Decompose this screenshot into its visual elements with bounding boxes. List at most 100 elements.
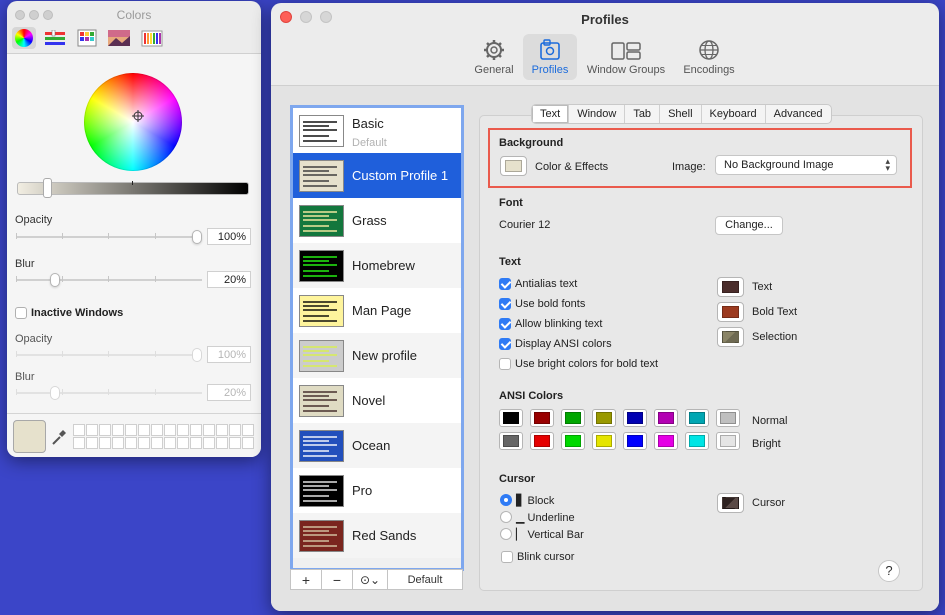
ansi-bright-swatch[interactable] — [623, 432, 647, 450]
ansi-bright-swatch[interactable] — [530, 432, 554, 450]
color-wheel[interactable] — [84, 73, 182, 171]
swatch-slot[interactable] — [125, 424, 137, 436]
swatch-slot[interactable] — [138, 424, 150, 436]
bold-fonts-checkbox[interactable] — [499, 298, 511, 310]
profile-list-item[interactable]: Homebrew — [293, 243, 461, 288]
swatch-slot[interactable] — [203, 424, 215, 436]
cursor-underline-radio[interactable] — [500, 511, 512, 523]
help-button[interactable]: ? — [878, 560, 900, 582]
inactive-blur-knob[interactable] — [50, 386, 60, 400]
toolbar-general[interactable]: General — [469, 34, 519, 80]
selection-color-well[interactable] — [717, 327, 744, 347]
ansi-normal-swatch[interactable] — [623, 409, 647, 427]
swatch-slot[interactable] — [86, 424, 98, 436]
profile-list-item[interactable]: Man Page — [293, 288, 461, 333]
color-wheel-icon[interactable] — [12, 27, 36, 49]
swatch-slot[interactable] — [112, 424, 124, 436]
swatch-slot[interactable] — [125, 437, 137, 449]
ansi-normal-swatch[interactable] — [592, 409, 616, 427]
eyedropper-icon[interactable] — [51, 428, 67, 446]
ansi-colors-checkbox[interactable] — [499, 338, 511, 350]
profile-list-item[interactable]: Ocean — [293, 423, 461, 468]
current-color-well[interactable] — [13, 420, 46, 453]
swatch-slot[interactable] — [138, 437, 150, 449]
ansi-normal-swatch[interactable] — [561, 409, 585, 427]
blur-value-field[interactable]: 20% — [207, 271, 251, 288]
swatch-slot[interactable] — [112, 437, 124, 449]
inactive-opacity-track[interactable] — [16, 354, 202, 356]
blur-track[interactable] — [16, 279, 202, 281]
swatch-slot[interactable] — [73, 424, 85, 436]
ansi-normal-swatch[interactable] — [716, 409, 740, 427]
toolbar-encodings[interactable]: Encodings — [675, 34, 743, 80]
ansi-bright-swatch[interactable] — [654, 432, 678, 450]
profile-list[interactable]: Basic Default Custom Profile 1 Grass Homebre… — [290, 105, 464, 571]
profile-list-item[interactable]: Grass — [293, 198, 461, 243]
cursor-color-well[interactable] — [717, 493, 744, 513]
swatch-slot[interactable] — [190, 437, 202, 449]
bold-text-color-well[interactable] — [717, 302, 744, 322]
swatch-slot[interactable] — [151, 437, 163, 449]
inactive-blur-track[interactable] — [16, 392, 202, 394]
tab-tab[interactable]: Tab — [625, 105, 661, 123]
inactive-opacity-knob[interactable] — [192, 348, 202, 362]
color-sliders-icon[interactable] — [43, 27, 67, 49]
blink-cursor-checkbox[interactable] — [501, 551, 513, 563]
swatch-slot[interactable] — [229, 437, 241, 449]
opacity-knob[interactable] — [192, 230, 202, 244]
swatch-slot[interactable] — [190, 424, 202, 436]
swatch-slot[interactable] — [242, 437, 254, 449]
profile-list-item[interactable]: Pro — [293, 468, 461, 513]
ansi-bright-swatch[interactable] — [685, 432, 709, 450]
brightness-knob[interactable] — [43, 178, 52, 198]
color-palettes-icon[interactable] — [75, 27, 99, 49]
profile-list-item[interactable]: New profile — [293, 333, 461, 378]
swatch-slot[interactable] — [99, 424, 111, 436]
toolbar-profiles[interactable]: Profiles — [523, 34, 577, 80]
opacity-track[interactable] — [16, 236, 202, 238]
tab-advanced[interactable]: Advanced — [766, 105, 831, 123]
profile-list-item[interactable]: Custom Profile 1 — [293, 153, 461, 198]
swatch-slot[interactable] — [216, 424, 228, 436]
change-font-button[interactable]: Change... — [715, 216, 783, 235]
text-color-well[interactable] — [717, 277, 744, 297]
opacity-value-field[interactable]: 100% — [207, 228, 251, 245]
swatch-slot[interactable] — [164, 424, 176, 436]
ansi-bright-swatch[interactable] — [561, 432, 585, 450]
swatch-slot[interactable] — [177, 437, 189, 449]
inactive-opacity-value-field[interactable]: 100% — [207, 346, 251, 363]
image-palettes-icon[interactable] — [107, 27, 131, 49]
blur-knob[interactable] — [50, 273, 60, 287]
profile-list-item[interactable]: Basic Default — [293, 108, 461, 153]
background-color-well[interactable] — [500, 156, 527, 176]
profile-list-item[interactable]: Red Sands — [293, 513, 461, 558]
swatch-slot[interactable] — [216, 437, 228, 449]
swatch-slot[interactable] — [164, 437, 176, 449]
tab-text[interactable]: Text — [532, 105, 570, 123]
background-image-select[interactable]: No Background Image ▴ ▾ — [715, 155, 897, 175]
ansi-normal-swatch[interactable] — [654, 409, 678, 427]
swatch-slot[interactable] — [99, 437, 111, 449]
swatch-slot[interactable] — [151, 424, 163, 436]
inactive-windows-checkbox[interactable] — [15, 307, 27, 319]
swatch-slot[interactable] — [86, 437, 98, 449]
swatch-slot[interactable] — [73, 437, 85, 449]
antialias-checkbox[interactable] — [499, 278, 511, 290]
bright-bold-checkbox[interactable] — [499, 358, 511, 370]
ansi-normal-swatch[interactable] — [499, 409, 523, 427]
more-actions-button[interactable]: ⊙⌄ — [353, 570, 388, 589]
swatch-slot[interactable] — [203, 437, 215, 449]
ansi-bright-swatch[interactable] — [592, 432, 616, 450]
swatch-slot[interactable] — [177, 424, 189, 436]
tab-shell[interactable]: Shell — [660, 105, 702, 123]
ansi-normal-swatch[interactable] — [530, 409, 554, 427]
cursor-block-radio[interactable] — [500, 494, 512, 506]
add-profile-button[interactable]: + — [291, 570, 322, 589]
default-profile-button[interactable]: Default — [388, 570, 462, 589]
ansi-bright-swatch[interactable] — [499, 432, 523, 450]
tab-keyboard[interactable]: Keyboard — [702, 105, 766, 123]
blinking-text-checkbox[interactable] — [499, 318, 511, 330]
inactive-blur-value-field[interactable]: 20% — [207, 384, 251, 401]
toolbar-window-groups[interactable]: Window Groups — [583, 34, 669, 80]
tab-window[interactable]: Window — [569, 105, 626, 123]
